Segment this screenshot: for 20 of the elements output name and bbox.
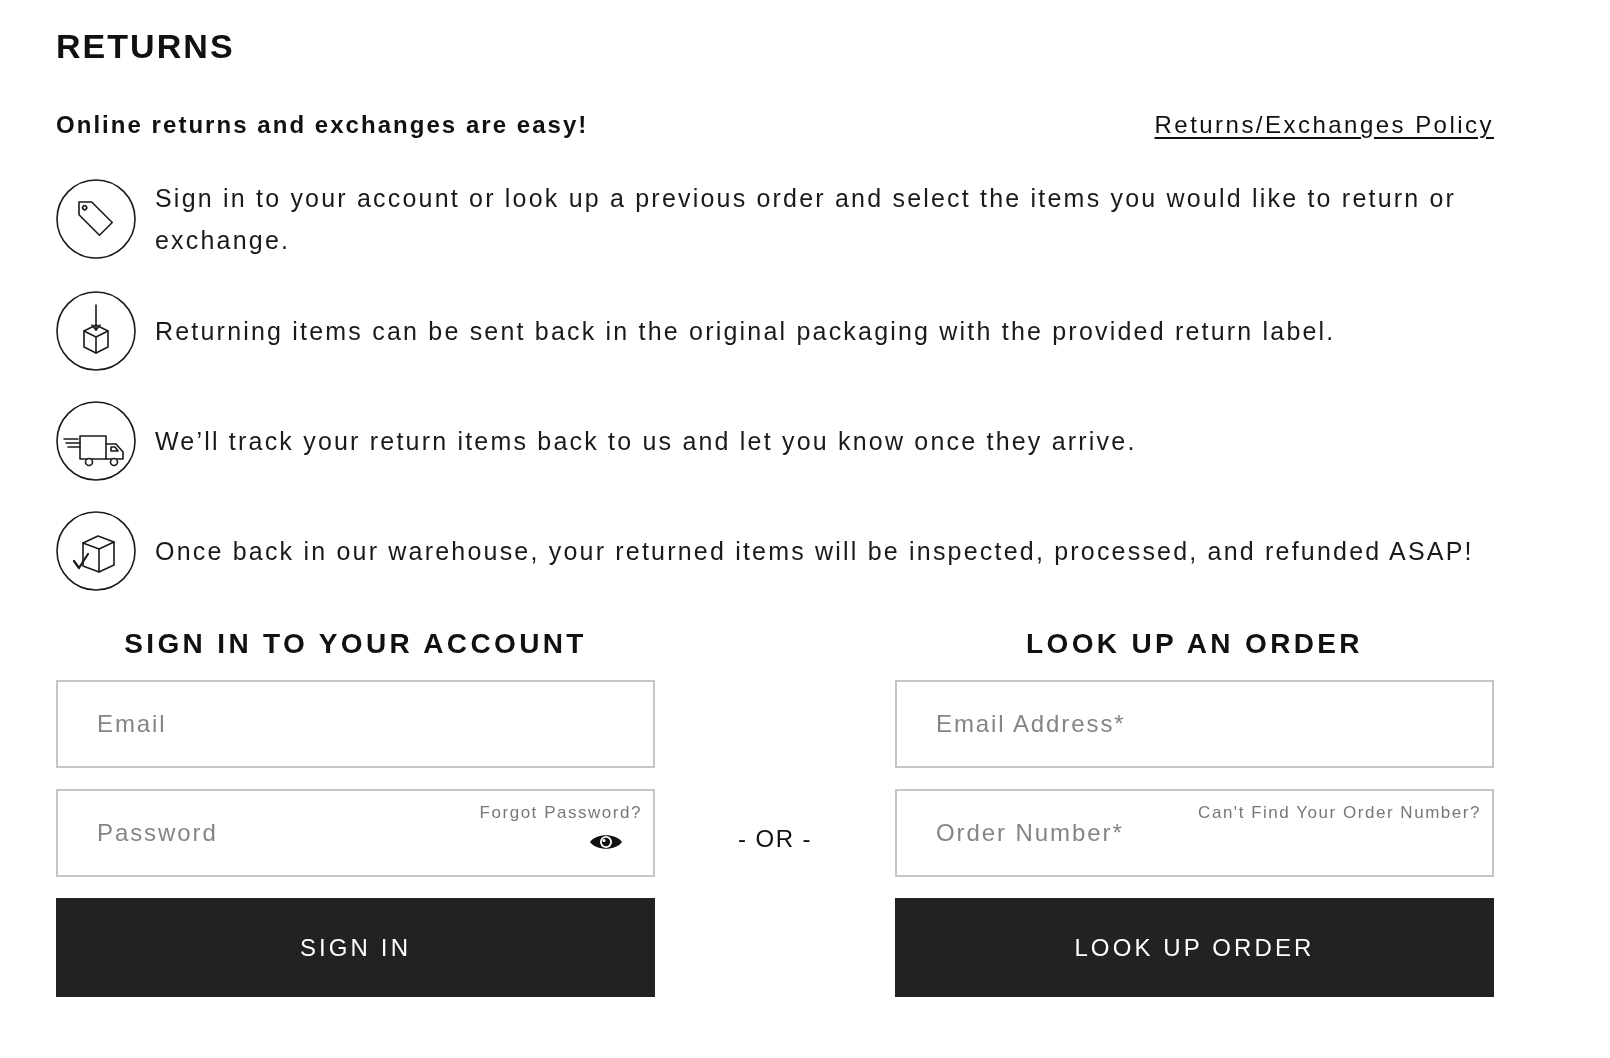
box-check-icon [56, 511, 136, 591]
input-field[interactable]: Email Address* [895, 680, 1494, 768]
step-text: Once back in our warehouse, your returned items will be inspected, processed, and refunded ASAP! [155, 536, 1474, 567]
sign-in-heading: SIGN IN TO YOUR ACCOUNT [124, 629, 587, 659]
input-field[interactable]: Email [56, 680, 655, 768]
step-text: Returning items can be sent back in the original packaging with the provided return label. [155, 316, 1336, 347]
subtitle: Online returns and exchanges are easy! [56, 110, 589, 140]
step-text: We’ll track your return items back to us and let you know once they arrive. [155, 426, 1137, 457]
eye-icon[interactable] [590, 832, 622, 852]
look-up-order-button[interactable]: LOOK UP ORDER [895, 898, 1494, 997]
help-link[interactable]: Can't Find Your Order Number? [1198, 802, 1481, 824]
tag-icon [56, 179, 136, 259]
order-lookup-heading: LOOK UP AN ORDER [1026, 629, 1363, 659]
sign-in-button[interactable]: SIGN IN [56, 898, 655, 997]
truck-icon [56, 401, 136, 481]
step-text: Sign in to your account or look up a previous order and select the items you would like to return or exchange. [155, 183, 1458, 256]
policy-link[interactable]: Returns/Exchanges Policy [1154, 110, 1494, 140]
help-link[interactable]: Forgot Password? [479, 802, 642, 824]
or-divider: - OR - [738, 824, 812, 854]
page-title: RETURNS [56, 26, 236, 66]
